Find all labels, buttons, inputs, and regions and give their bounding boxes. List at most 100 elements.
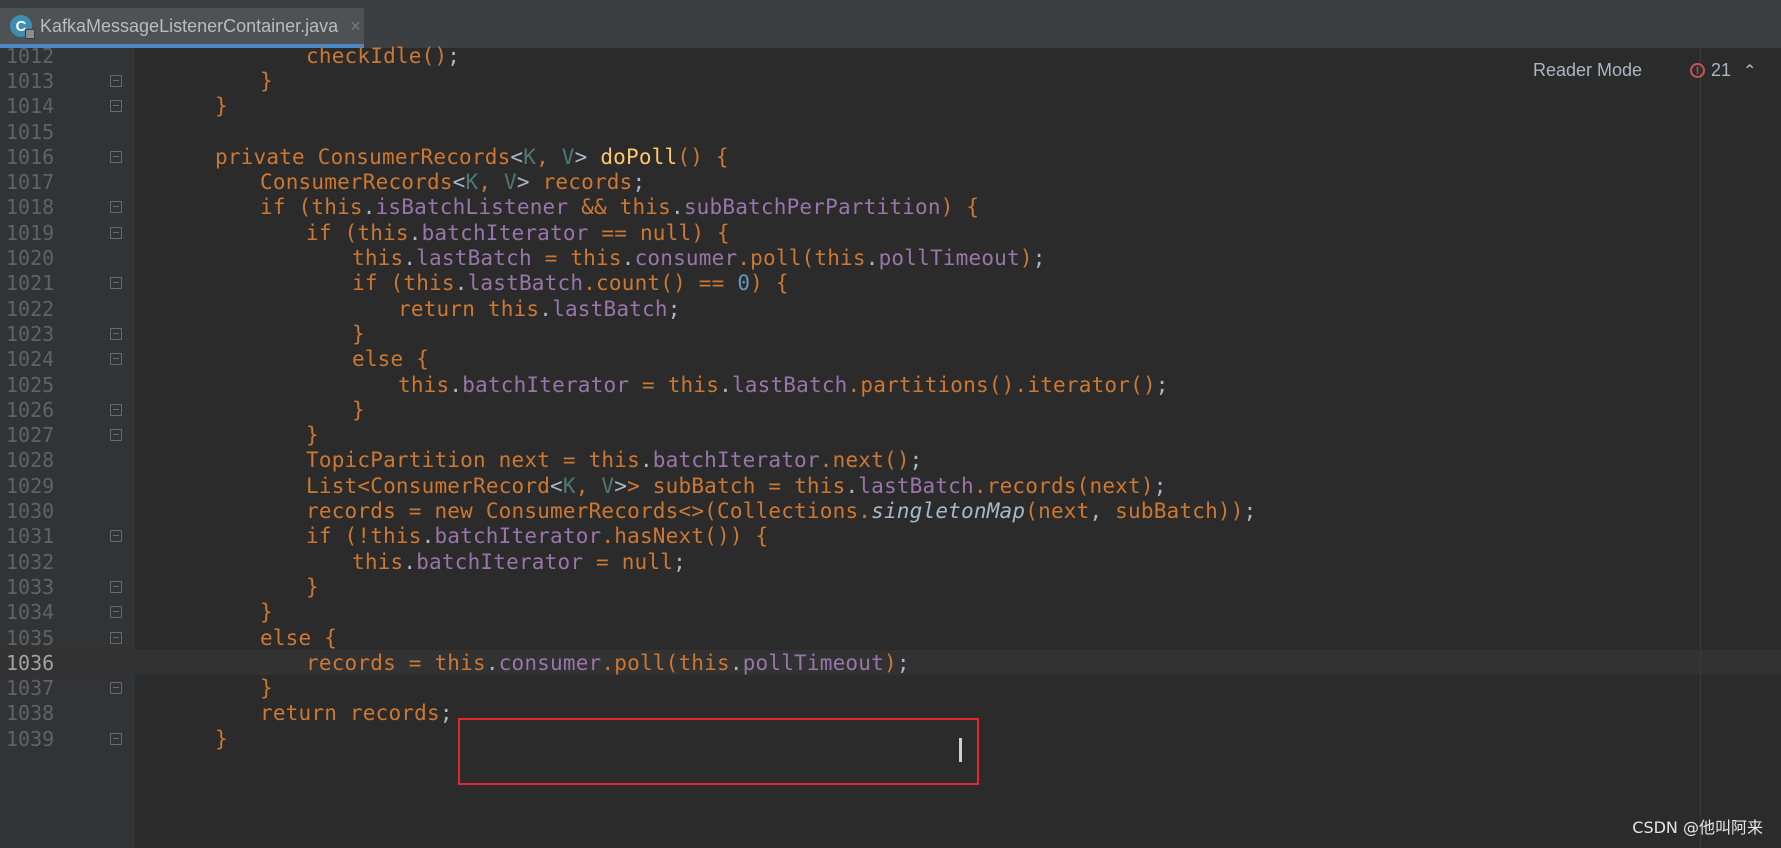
code-line[interactable]: 1021 if (this.lastBatch.count() == 0) { <box>0 271 1781 296</box>
code-line[interactable]: 1035 else { <box>0 625 1781 650</box>
code-line[interactable]: 1033} <box>0 574 1781 599</box>
code-line[interactable]: 1027} <box>0 423 1781 448</box>
fold-marker-icon[interactable] <box>110 530 122 543</box>
fold-marker-icon[interactable] <box>110 580 122 593</box>
code-line[interactable]: 1018 if (this.isBatchListener && this.sub… <box>0 195 1781 220</box>
line-number: 1014 <box>6 94 55 119</box>
code-line[interactable]: 1025 this.batchIterator = this.lastBatch.… <box>0 372 1781 397</box>
fold-marker-icon[interactable] <box>110 353 122 366</box>
code-line[interactable]: 1029 List<ConsumerRecord<K, V>> subBatch … <box>0 473 1781 498</box>
error-icon: ! <box>1690 63 1705 78</box>
code-text: this.batchIterator = this.lastBatch.part… <box>398 372 1169 397</box>
line-number: 1038 <box>6 701 55 726</box>
code-line[interactable]: 1028 TopicPartition next = this.batchIter… <box>0 448 1781 473</box>
code-text: } <box>306 423 319 448</box>
fold-marker-icon[interactable] <box>110 631 122 644</box>
line-number: 1030 <box>6 499 55 524</box>
tab-filename: KafkaMessageListenerContainer.java <box>40 15 339 36</box>
code-line[interactable]: 1017 ConsumerRecords<K, V> records; <box>0 170 1781 195</box>
line-number: 1036 <box>6 650 55 675</box>
reader-mode-button[interactable]: Reader Mode <box>1533 60 1642 81</box>
code-text: if (this.lastBatch.count() == 0) { <box>352 271 789 296</box>
line-number: 1026 <box>6 397 55 422</box>
code-line[interactable]: 1012 checkIdle(); <box>0 43 1781 68</box>
code-line[interactable]: 1015 <box>0 119 1781 144</box>
watermark: CSDN @他叫阿来 <box>1632 818 1763 837</box>
fold-marker-icon[interactable] <box>110 682 122 695</box>
line-number: 1039 <box>6 726 55 751</box>
fold-marker-icon[interactable] <box>110 403 122 416</box>
line-number: 1016 <box>6 144 55 169</box>
code-line[interactable]: 1014} <box>0 94 1781 119</box>
code-text: checkIdle(); <box>306 43 461 68</box>
code-text: } <box>260 68 273 93</box>
code-line[interactable]: 1036 records = this.consumer.poll(this.po… <box>0 650 1781 676</box>
line-number: 1031 <box>6 524 55 549</box>
code-text: } <box>215 726 228 751</box>
fold-marker-icon[interactable] <box>110 74 122 87</box>
fold-marker-icon[interactable] <box>110 327 122 340</box>
tab-close-icon[interactable]: × <box>350 16 361 37</box>
line-number: 1018 <box>6 195 55 220</box>
code-text: List<ConsumerRecord<K, V>> subBatch = th… <box>306 473 1167 498</box>
code-line[interactable]: 1022 return this.lastBatch; <box>0 296 1781 321</box>
code-line[interactable]: 1037} <box>0 676 1781 701</box>
fold-marker-icon[interactable] <box>110 429 122 442</box>
line-number: 1017 <box>6 170 55 195</box>
line-number: 1029 <box>6 473 55 498</box>
line-number: 1037 <box>6 676 55 701</box>
code-line[interactable]: 1031 if (!this.batchIterator.hasNext()) { <box>0 524 1781 549</box>
fold-marker-icon[interactable] <box>110 277 122 290</box>
code-line[interactable]: 1016 private ConsumerRecords<K, V> doPoll… <box>0 144 1781 169</box>
file-tab[interactable]: C KafkaMessageListenerContainer.java × <box>0 8 364 48</box>
line-number: 1034 <box>6 600 55 625</box>
code-text: if (!this.batchIterator.hasNext()) { <box>306 524 769 549</box>
line-number: 1020 <box>6 246 55 271</box>
code-line[interactable]: 1020 this.lastBatch = this.consumer.poll(… <box>0 245 1781 270</box>
line-number: 1035 <box>6 625 55 650</box>
text-caret <box>959 738 962 762</box>
line-number: 1024 <box>6 347 55 372</box>
code-text: records = new ConsumerRecords<>(Collecti… <box>306 499 1257 524</box>
code-text: ConsumerRecords<K, V> records; <box>260 170 646 195</box>
code-line[interactable]: 1034} <box>0 600 1781 625</box>
code-text: } <box>260 600 273 625</box>
fold-marker-icon[interactable] <box>110 100 122 113</box>
chevron-up-icon[interactable]: ⌃ <box>1743 61 1756 81</box>
code-line[interactable]: 1013} <box>0 68 1781 93</box>
code-text: } <box>260 676 273 701</box>
code-text: return this.lastBatch; <box>398 296 681 321</box>
code-text: } <box>306 574 319 599</box>
line-number: 1027 <box>6 423 55 448</box>
line-number: 1022 <box>6 296 55 321</box>
editor-tab-bar: C KafkaMessageListenerContainer.java × <box>0 0 1781 49</box>
fold-marker-icon[interactable] <box>110 732 122 745</box>
code-text: } <box>352 397 365 422</box>
code-text: else { <box>260 625 338 650</box>
code-line[interactable]: 1019 if (this.batchIterator == null) { <box>0 220 1781 245</box>
code-text: return records; <box>260 701 453 726</box>
fold-marker-icon[interactable] <box>110 606 122 619</box>
code-text: this.batchIterator = null; <box>352 549 686 574</box>
code-text: private ConsumerRecords<K, V> doPoll() { <box>215 144 729 169</box>
code-line[interactable]: 1032 this.batchIterator = null; <box>0 549 1781 574</box>
code-text: } <box>352 321 365 346</box>
line-number: 1021 <box>6 271 55 296</box>
fold-marker-icon[interactable] <box>110 201 122 214</box>
code-line[interactable]: 1024 else { <box>0 347 1781 372</box>
code-text: this.lastBatch = this.consumer.poll(this… <box>352 246 1046 271</box>
code-line[interactable]: 1030 records = new ConsumerRecords<>(Coll… <box>0 498 1781 523</box>
code-line[interactable]: 1026} <box>0 397 1781 422</box>
problems-indicator[interactable]: ! 21 ⌃ <box>1690 60 1756 81</box>
code-line[interactable]: 1023} <box>0 321 1781 346</box>
code-text: TopicPartition next = this.batchIterator… <box>306 448 923 473</box>
line-number: 1012 <box>6 43 55 68</box>
fold-marker-icon[interactable] <box>110 150 122 163</box>
line-number: 1025 <box>6 372 55 397</box>
line-number: 1033 <box>6 574 55 599</box>
code-text: if (this.batchIterator == null) { <box>306 220 730 245</box>
line-number: 1028 <box>6 448 55 473</box>
code-text: records = this.consumer.poll(this.pollTi… <box>306 650 910 675</box>
fold-marker-icon[interactable] <box>110 226 122 239</box>
readonly-lock-icon <box>25 29 35 39</box>
